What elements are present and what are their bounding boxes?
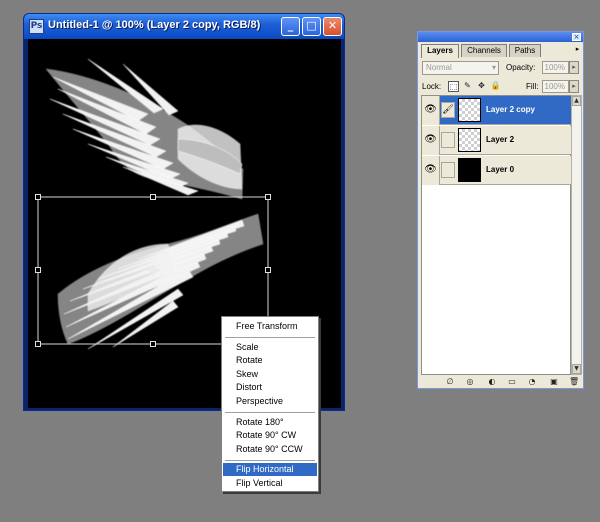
- layer-thumbnail: [458, 158, 481, 182]
- layer-name: Layer 2 copy: [486, 105, 535, 114]
- layer-row-layer-2[interactable]: 👁 Layer 2: [422, 126, 572, 155]
- menu-item-free-transform[interactable]: Free Transform: [223, 320, 317, 333]
- minimize-button[interactable]: _: [281, 17, 300, 36]
- palette-menu-button[interactable]: ▸: [573, 45, 582, 54]
- new-layer-icon[interactable]: ▣: [549, 377, 559, 386]
- lock-image-icon[interactable]: ✎: [462, 81, 473, 92]
- lock-fill-row: Lock: ⬚ ✎ ✥ 🔒 Fill: 100% ▸: [421, 79, 580, 95]
- upper-wing-image: [45, 58, 244, 200]
- link-cell[interactable]: [441, 162, 455, 178]
- adjustment-layer-icon[interactable]: ◔: [527, 377, 537, 386]
- menu-item-rotate-90-ccw[interactable]: Rotate 90° CCW: [223, 443, 317, 456]
- blend-opacity-row: Normal ▾ Opacity: 100% ▸: [421, 60, 580, 77]
- link-layers-icon[interactable]: ∅: [445, 377, 455, 386]
- tab-paths[interactable]: Paths: [509, 44, 541, 57]
- menu-item-flip-vertical[interactable]: Flip Vertical: [223, 477, 317, 490]
- opacity-field[interactable]: 100%: [542, 61, 569, 74]
- layers-palette: × Layers Channels Paths ▸ Normal ▾ Opaci…: [417, 31, 584, 389]
- scroll-up-icon[interactable]: ▲: [572, 96, 581, 106]
- eye-icon[interactable]: 👁: [422, 96, 440, 125]
- document-titlebar[interactable]: Ps Untitled-1 @ 100% (Layer 2 copy, RGB/…: [24, 14, 344, 39]
- menu-item-flip-horizontal[interactable]: Flip Horizontal: [223, 463, 317, 476]
- layers-scrollbar[interactable]: ▲ ▼: [571, 95, 582, 375]
- menu-item-skew[interactable]: Skew: [223, 368, 317, 381]
- menu-separator: [225, 460, 315, 461]
- blend-mode-value: Normal: [426, 63, 452, 72]
- trash-icon[interactable]: 🗑: [569, 377, 579, 386]
- layer-row-layer-0[interactable]: 👁 Layer 0: [422, 156, 572, 185]
- transform-context-menu: Free Transform Scale Rotate Skew Distort…: [221, 316, 319, 492]
- layer-thumbnail: [458, 98, 481, 122]
- layer-name: Layer 2: [486, 135, 515, 144]
- layer-row-layer-2-copy[interactable]: 👁 🖌 Layer 2 copy: [422, 96, 572, 125]
- lock-position-icon[interactable]: ✥: [476, 81, 487, 92]
- lock-all-icon[interactable]: 🔒: [490, 81, 501, 92]
- layer-name: Layer 0: [486, 165, 515, 174]
- lock-label: Lock:: [422, 82, 442, 91]
- fill-field[interactable]: 100%: [542, 80, 569, 93]
- fill-slider-button[interactable]: ▸: [569, 80, 579, 93]
- menu-item-distort[interactable]: Distort: [223, 381, 317, 394]
- tab-layers[interactable]: Layers: [421, 44, 459, 58]
- opacity-label: Opacity:: [506, 63, 536, 72]
- lock-transparency-icon[interactable]: ⬚: [448, 81, 459, 92]
- fill-label: Fill:: [526, 82, 539, 91]
- menu-item-perspective[interactable]: Perspective: [223, 395, 317, 408]
- tab-channels[interactable]: Channels: [461, 44, 507, 57]
- layers-list: 👁 🖌 Layer 2 copy 👁 Layer 2 👁 Layer 0: [421, 95, 572, 375]
- eye-icon[interactable]: 👁: [422, 156, 440, 185]
- chevron-down-icon: ▾: [491, 63, 496, 72]
- menu-separator: [225, 337, 315, 338]
- brush-icon[interactable]: 🖌: [441, 102, 455, 118]
- menu-item-rotate-180[interactable]: Rotate 180°: [223, 416, 317, 429]
- layer-style-icon[interactable]: ◎: [465, 377, 475, 386]
- menu-item-rotate-90-cw[interactable]: Rotate 90° CW: [223, 429, 317, 442]
- blend-mode-select[interactable]: Normal ▾: [422, 61, 499, 75]
- layer-thumbnail: [458, 128, 481, 152]
- link-cell[interactable]: [441, 132, 455, 148]
- palette-bottom-toolbar: ∅ ◎ ◐ ▭ ◔ ▣ 🗑: [421, 376, 580, 388]
- photoshop-document-icon: Ps: [29, 19, 44, 34]
- new-group-icon[interactable]: ▭: [507, 377, 517, 386]
- layer-mask-icon[interactable]: ◐: [487, 377, 497, 386]
- menu-item-scale[interactable]: Scale: [223, 341, 317, 354]
- menu-separator: [225, 412, 315, 413]
- close-button[interactable]: ✕: [323, 17, 342, 36]
- menu-item-rotate[interactable]: Rotate: [223, 354, 317, 367]
- maximize-button[interactable]: □: [302, 17, 321, 36]
- scroll-down-icon[interactable]: ▼: [572, 364, 581, 374]
- palette-close-button[interactable]: ×: [572, 33, 581, 41]
- document-title: Untitled-1 @ 100% (Layer 2 copy, RGB/8): [48, 19, 261, 31]
- opacity-slider-button[interactable]: ▸: [569, 61, 579, 74]
- eye-icon[interactable]: 👁: [422, 126, 440, 155]
- palette-titlebar[interactable]: ×: [418, 32, 583, 42]
